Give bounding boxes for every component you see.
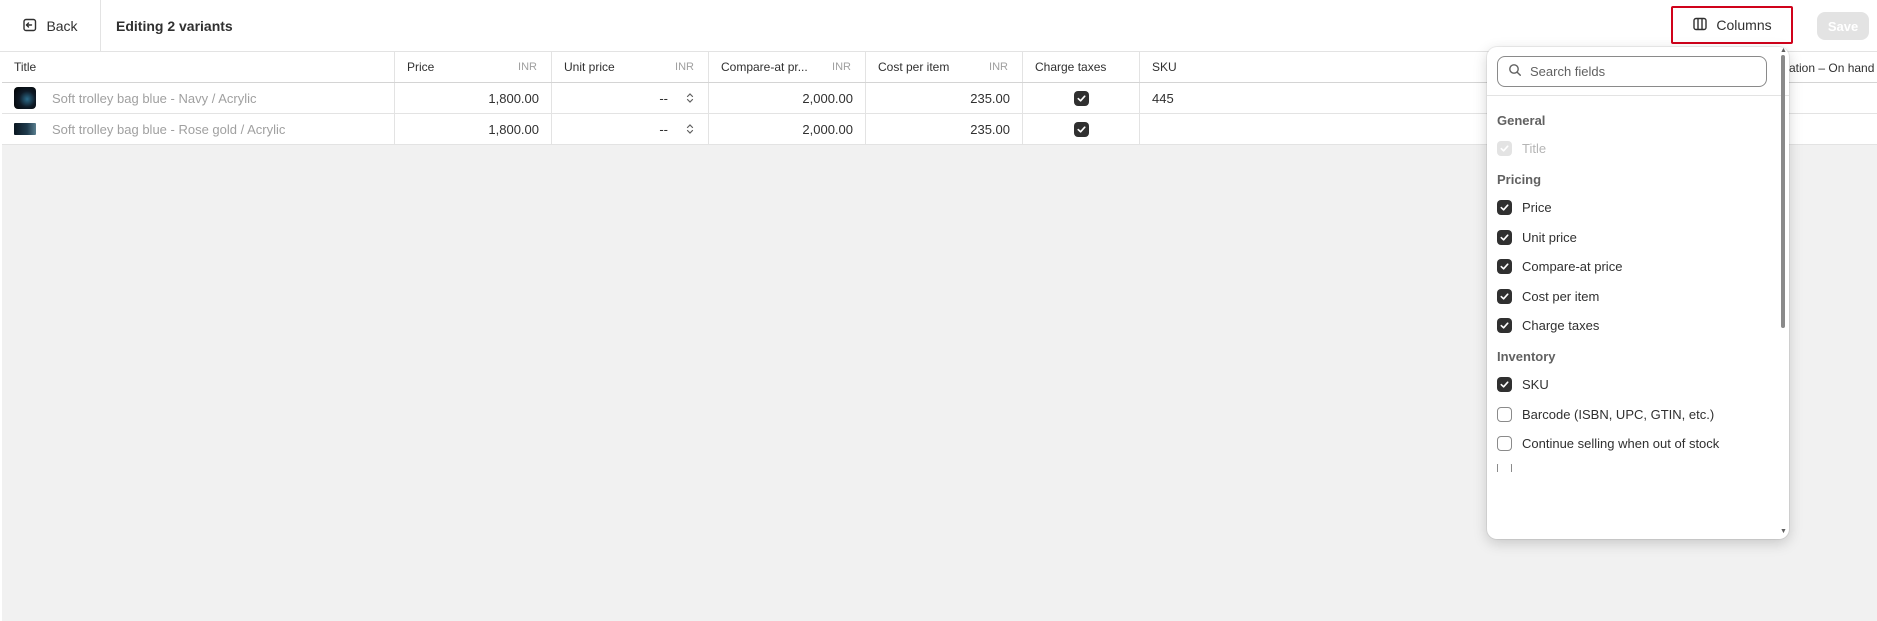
popover-scrollbar[interactable]: ▲ ▼ xyxy=(1780,47,1787,535)
option-barcode-label: Barcode (ISBN, UPC, GTIN, etc.) xyxy=(1522,407,1715,422)
header-unit-price-currency: INR xyxy=(675,61,694,73)
option-continue-selling[interactable]: Continue selling when out of stock xyxy=(1497,436,1719,451)
search-fields[interactable] xyxy=(1497,56,1767,87)
popover-divider xyxy=(1487,95,1789,96)
variant-thumbnail xyxy=(14,87,36,109)
scroll-up-arrow-icon[interactable]: ▲ xyxy=(1780,47,1787,54)
next-option-checkbox[interactable] xyxy=(1497,464,1512,472)
option-title-label: Title xyxy=(1522,141,1547,156)
group-label-inventory: Inventory xyxy=(1497,349,1556,364)
header-charge-taxes[interactable]: Charge taxes xyxy=(1023,52,1140,82)
barcode-checkbox[interactable] xyxy=(1497,407,1512,422)
cell-compare-at-price[interactable]: 2,000.00 xyxy=(709,83,866,113)
save-button[interactable]: Save xyxy=(1817,12,1869,40)
group-label-general: General xyxy=(1497,113,1546,128)
cell-cost-per-item[interactable]: 235.00 xyxy=(866,83,1023,113)
option-title: Title xyxy=(1497,141,1546,156)
option-price-label: Price xyxy=(1522,200,1552,215)
title-checkbox xyxy=(1497,141,1512,156)
header-cost-currency: INR xyxy=(989,61,1008,73)
back-button[interactable]: Back xyxy=(0,0,101,52)
header-title[interactable]: Title xyxy=(2,52,395,82)
header-compare-at-price[interactable]: Compare-at pr... INR xyxy=(709,52,866,82)
search-icon xyxy=(1508,63,1522,80)
unit-price-checkbox[interactable] xyxy=(1497,230,1512,245)
cell-title[interactable]: Soft trolley bag blue - Navy / Acrylic xyxy=(2,83,395,113)
price-checkbox[interactable] xyxy=(1497,200,1512,215)
cell-charge-taxes[interactable] xyxy=(1023,83,1140,113)
header-compare-currency: INR xyxy=(832,61,851,73)
header-compare-label: Compare-at pr... xyxy=(721,60,808,74)
cell-charge-taxes[interactable] xyxy=(1023,114,1140,144)
charge-taxes-option-checkbox[interactable] xyxy=(1497,318,1512,333)
cost-per-item-checkbox[interactable] xyxy=(1497,289,1512,304)
sku-checkbox[interactable] xyxy=(1497,377,1512,392)
unit-price-value: -- xyxy=(659,90,668,106)
header-location-on-hand[interactable]: cation – On hand xyxy=(1783,52,1877,83)
header-cost-label: Cost per item xyxy=(878,60,950,74)
header-unit-price-label: Unit price xyxy=(564,60,615,74)
header-cost-per-item[interactable]: Cost per item INR xyxy=(866,52,1023,82)
cell-title[interactable]: Soft trolley bag blue - Rose gold / Acry… xyxy=(2,114,395,144)
option-sku[interactable]: SKU xyxy=(1497,377,1549,392)
columns-button[interactable]: Columns xyxy=(1671,6,1793,44)
columns-icon xyxy=(1692,16,1708,35)
scrollbar-thumb[interactable] xyxy=(1781,55,1785,328)
header-price-label: Price xyxy=(407,60,435,74)
back-label: Back xyxy=(46,18,78,34)
header-unit-price[interactable]: Unit price INR xyxy=(552,52,709,82)
option-sku-label: SKU xyxy=(1522,377,1549,392)
unit-price-stepper-icon[interactable] xyxy=(686,123,694,135)
columns-label: Columns xyxy=(1716,17,1772,33)
header-sku-label: SKU xyxy=(1152,60,1177,74)
cell-unit-price[interactable]: -- xyxy=(552,83,709,113)
variant-title: Soft trolley bag blue - Rose gold / Acry… xyxy=(52,121,286,137)
unit-price-value: -- xyxy=(659,121,668,137)
option-compare-at-price[interactable]: Compare-at price xyxy=(1497,259,1622,274)
continue-selling-checkbox[interactable] xyxy=(1497,436,1512,451)
group-label-pricing: Pricing xyxy=(1497,172,1542,187)
unit-price-stepper-icon[interactable] xyxy=(686,92,694,104)
back-arrow-icon xyxy=(22,17,38,36)
compare-at-price-checkbox[interactable] xyxy=(1497,259,1512,274)
scroll-down-arrow-icon[interactable]: ▼ xyxy=(1780,528,1787,535)
option-price[interactable]: Price xyxy=(1497,200,1552,215)
header-price[interactable]: Price INR xyxy=(395,52,552,82)
option-partial-next[interactable] xyxy=(1497,464,1512,472)
variant-thumbnail xyxy=(14,123,36,135)
header-taxes-label: Charge taxes xyxy=(1035,60,1107,74)
option-charge-taxes[interactable]: Charge taxes xyxy=(1497,318,1599,333)
option-cost-per-item-label: Cost per item xyxy=(1522,289,1600,304)
option-continue-selling-label: Continue selling when out of stock xyxy=(1522,436,1720,451)
option-unit-price[interactable]: Unit price xyxy=(1497,230,1577,245)
option-barcode[interactable]: Barcode (ISBN, UPC, GTIN, etc.) xyxy=(1497,407,1714,422)
cell-compare-at-price[interactable]: 2,000.00 xyxy=(709,114,866,144)
option-charge-taxes-label: Charge taxes xyxy=(1522,318,1600,333)
option-compare-at-price-label: Compare-at price xyxy=(1522,259,1623,274)
columns-popover: General Title Pricing Price Unit price C… xyxy=(1487,47,1789,539)
search-fields-input[interactable] xyxy=(1530,64,1750,79)
option-unit-price-label: Unit price xyxy=(1522,230,1577,245)
header-price-currency: INR xyxy=(518,61,537,73)
cell-unit-price[interactable]: -- xyxy=(552,114,709,144)
cell-price[interactable]: 1,800.00 xyxy=(395,83,552,113)
variant-title: Soft trolley bag blue - Navy / Acrylic xyxy=(52,90,257,106)
charge-taxes-checkbox[interactable] xyxy=(1073,90,1089,106)
page-title: Editing 2 variants xyxy=(116,18,233,34)
cell-price[interactable]: 1,800.00 xyxy=(395,114,552,144)
top-bar: Back Editing 2 variants Columns Save xyxy=(0,0,1877,52)
cell-cost-per-item[interactable]: 235.00 xyxy=(866,114,1023,144)
option-cost-per-item[interactable]: Cost per item xyxy=(1497,289,1599,304)
header-title-label: Title xyxy=(14,60,37,74)
charge-taxes-checkbox[interactable] xyxy=(1073,121,1089,137)
